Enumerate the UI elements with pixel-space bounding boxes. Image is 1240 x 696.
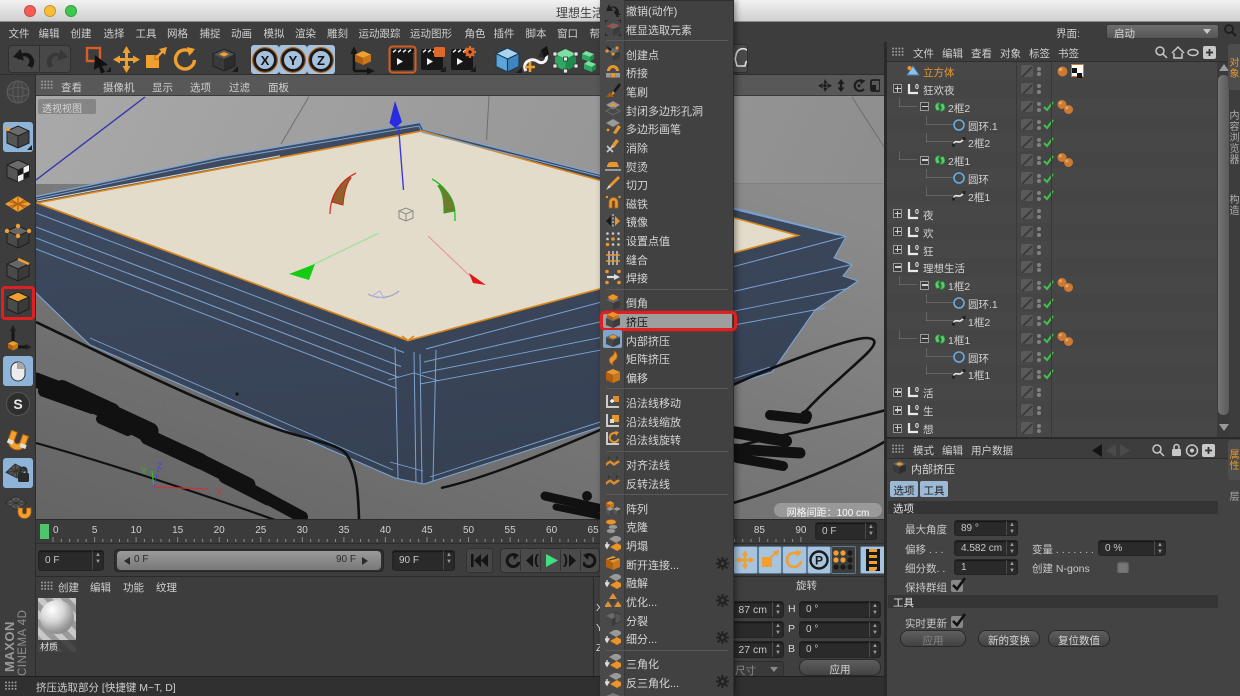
svg-text:0: 0	[915, 245, 919, 252]
svg-text:Y: Y	[289, 53, 298, 68]
svg-text:X: X	[261, 53, 270, 68]
svg-text:0: 0	[915, 405, 919, 412]
svg-text:50: 50	[463, 525, 475, 536]
svg-text:Y: Y	[141, 466, 147, 476]
svg-text:20: 20	[214, 525, 226, 536]
svg-text:0: 0	[915, 84, 919, 91]
svg-text:30: 30	[297, 525, 309, 536]
svg-text:Z: Z	[157, 461, 163, 471]
svg-text:0: 0	[915, 423, 919, 430]
svg-text:25: 25	[255, 525, 267, 536]
svg-text:X: X	[216, 487, 222, 497]
svg-text:Z: Z	[317, 53, 325, 68]
svg-text:10: 10	[131, 525, 143, 536]
svg-text:S: S	[13, 396, 22, 412]
svg-text:90: 90	[795, 525, 807, 536]
svg-text:55: 55	[505, 525, 517, 536]
svg-text:5: 5	[92, 525, 98, 536]
svg-text:60: 60	[546, 525, 558, 536]
svg-text:0: 0	[915, 209, 919, 216]
svg-text:0: 0	[915, 262, 919, 269]
svg-text:40: 40	[380, 525, 392, 536]
svg-text:0: 0	[915, 387, 919, 394]
svg-text:0: 0	[53, 525, 59, 536]
svg-text:45: 45	[421, 525, 433, 536]
svg-text:P: P	[814, 554, 822, 568]
svg-text:85: 85	[754, 525, 766, 536]
svg-text:65: 65	[588, 525, 600, 536]
svg-text:15: 15	[172, 525, 184, 536]
svg-text:35: 35	[338, 525, 350, 536]
svg-text:0: 0	[915, 227, 919, 234]
